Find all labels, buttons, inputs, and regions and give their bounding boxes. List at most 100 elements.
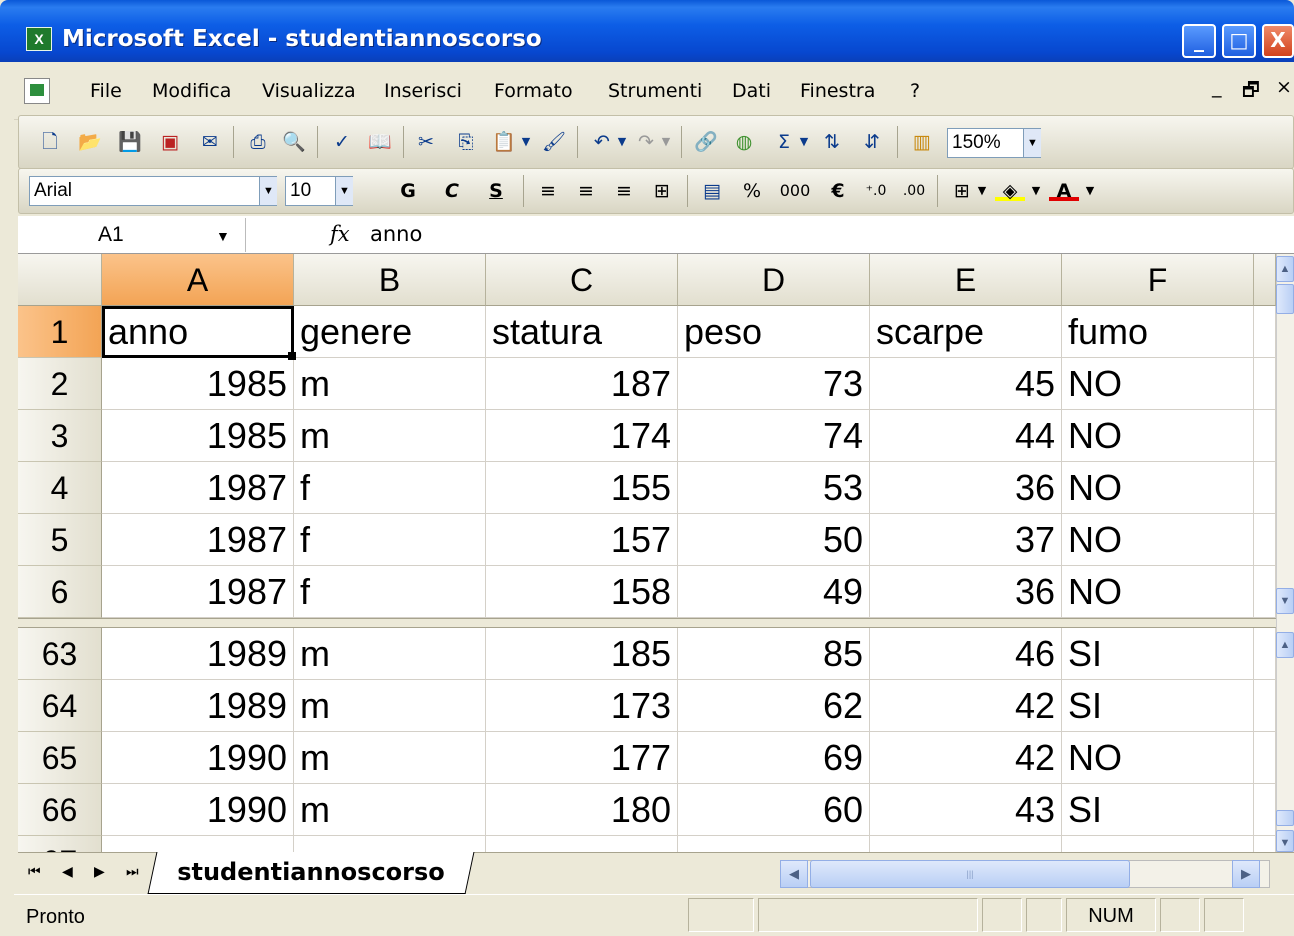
redo-icon[interactable]: ↷ [633, 128, 659, 156]
formula-input[interactable]: anno [370, 222, 422, 246]
cell[interactable] [486, 836, 678, 852]
align-left-icon[interactable]: ≡ [535, 177, 561, 205]
cell[interactable] [1254, 628, 1276, 680]
next-sheet-icon[interactable]: ▶ [94, 864, 105, 880]
cell[interactable]: 177 [486, 732, 678, 784]
menu-formato[interactable]: Formato [494, 80, 573, 102]
cell[interactable]: m [294, 628, 486, 680]
cell[interactable]: f [294, 514, 486, 566]
cell[interactable] [1062, 836, 1254, 852]
cell[interactable]: 174 [486, 410, 678, 462]
previous-sheet-icon[interactable]: ◀ [62, 864, 73, 880]
print-icon[interactable]: ⎙ [245, 128, 271, 156]
column-header-d[interactable]: D [678, 254, 870, 306]
cell[interactable]: 45 [870, 358, 1062, 410]
cell[interactable]: 1990 [102, 732, 294, 784]
align-center-icon[interactable]: ≡ [573, 177, 599, 205]
scroll-right-button[interactable]: ▶ [1232, 860, 1260, 888]
scroll-up-button-lower[interactable]: ▲ [1276, 632, 1294, 658]
cell[interactable]: 44 [870, 410, 1062, 462]
cell[interactable]: 69 [678, 732, 870, 784]
row-header[interactable]: 3 [18, 410, 102, 462]
menu-file[interactable]: File [90, 80, 122, 102]
cell[interactable]: 185 [486, 628, 678, 680]
cell[interactable]: genere [294, 306, 486, 358]
doc-close-button[interactable]: × [1276, 76, 1292, 98]
open-icon[interactable]: 📂 [77, 128, 103, 156]
name-box[interactable]: A1 [18, 218, 246, 252]
paste-icon[interactable]: 📋 [491, 128, 517, 156]
research-globe-icon[interactable]: ◍ [731, 128, 757, 156]
cell[interactable]: m [294, 680, 486, 732]
row-header[interactable]: 5 [18, 514, 102, 566]
cell[interactable]: 49 [678, 566, 870, 618]
cell[interactable] [1254, 836, 1276, 852]
cell[interactable] [294, 836, 486, 852]
column-header-f[interactable]: F [1062, 254, 1254, 306]
cell[interactable]: 37 [870, 514, 1062, 566]
font-color-button[interactable]: A [1049, 177, 1079, 202]
fill-color-dropdown-icon[interactable]: ▼ [1029, 177, 1043, 205]
cell[interactable]: 74 [678, 410, 870, 462]
cell[interactable]: 50 [678, 514, 870, 566]
column-header-e[interactable]: E [870, 254, 1062, 306]
autosum-icon[interactable]: Σ [771, 128, 797, 156]
cell[interactable] [870, 836, 1062, 852]
pane-split-bar[interactable] [18, 618, 1276, 628]
autosum-dropdown-icon[interactable]: ▼ [797, 128, 811, 156]
minimize-button[interactable]: _ [1182, 24, 1216, 58]
vertical-scrollbar[interactable] [1276, 254, 1294, 852]
underline-button[interactable]: S [483, 177, 509, 205]
cell[interactable]: SI [1062, 784, 1254, 836]
cell[interactable] [1254, 566, 1276, 618]
bottom-pane-scroll-thumb[interactable] [1276, 810, 1294, 826]
scroll-left-button[interactable]: ◀ [780, 860, 808, 888]
cell[interactable]: 187 [486, 358, 678, 410]
cell[interactable] [1254, 732, 1276, 784]
bold-button[interactable]: G [395, 177, 421, 205]
row-header[interactable]: 63 [18, 628, 102, 680]
column-header-g[interactable] [1254, 254, 1276, 306]
close-button[interactable]: X [1262, 24, 1294, 58]
cell[interactable]: 180 [486, 784, 678, 836]
row-header[interactable]: 65 [18, 732, 102, 784]
sheet-tab[interactable]: studentiannoscorso [147, 852, 475, 894]
spelling-icon[interactable]: ✓ [329, 128, 355, 156]
cell[interactable]: 173 [486, 680, 678, 732]
font-size-dropdown-icon[interactable]: ▼ [335, 177, 353, 205]
permission-icon[interactable]: ▣ [157, 128, 183, 156]
menu-finestra[interactable]: Finestra [800, 80, 875, 102]
paste-dropdown-icon[interactable]: ▼ [519, 128, 533, 156]
doc-restore-button[interactable]: 🗗 [1242, 76, 1260, 108]
cell[interactable]: 1987 [102, 566, 294, 618]
cell[interactable] [678, 836, 870, 852]
fill-color-icon[interactable]: ◈ [995, 177, 1025, 202]
cell[interactable]: m [294, 732, 486, 784]
row-header[interactable]: 4 [18, 462, 102, 514]
font-name-combo[interactable]: Arial [29, 176, 277, 206]
cut-icon[interactable]: ✂ [413, 128, 439, 156]
cell[interactable]: m [294, 784, 486, 836]
redo-dropdown-icon[interactable]: ▼ [659, 128, 673, 156]
cell[interactable]: 1989 [102, 628, 294, 680]
last-sheet-icon[interactable]: ⏭ [126, 864, 139, 880]
cell[interactable]: f [294, 462, 486, 514]
cell[interactable]: NO [1062, 514, 1254, 566]
cell[interactable]: NO [1062, 566, 1254, 618]
increase-decimal-icon[interactable]: ⁺.0 [861, 177, 891, 205]
cell[interactable]: 36 [870, 566, 1062, 618]
select-all-corner[interactable] [18, 254, 102, 306]
cell[interactable]: 62 [678, 680, 870, 732]
cell[interactable]: fumo [1062, 306, 1254, 358]
cell[interactable]: 157 [486, 514, 678, 566]
cell[interactable]: 46 [870, 628, 1062, 680]
column-header-a[interactable]: A [102, 254, 294, 306]
merge-center-icon[interactable]: ⊞ [649, 177, 675, 205]
cell[interactable] [1254, 514, 1276, 566]
scroll-up-button[interactable]: ▲ [1276, 256, 1294, 282]
row-header[interactable]: 6 [18, 566, 102, 618]
format-painter-icon[interactable]: 🖌 [541, 128, 567, 156]
save-icon[interactable]: 💾 [117, 128, 143, 156]
row-header[interactable]: 66 [18, 784, 102, 836]
research-icon[interactable]: 📖 [367, 128, 393, 156]
